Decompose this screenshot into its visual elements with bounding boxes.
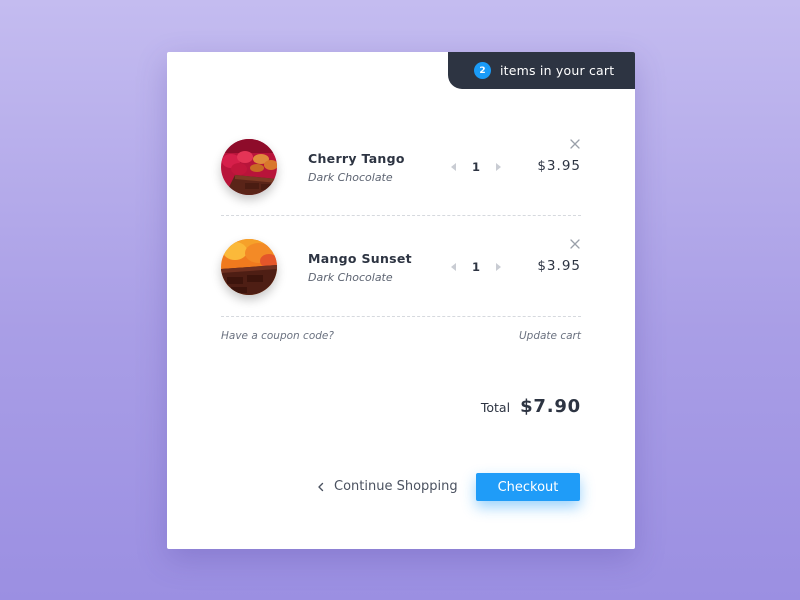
cart-card: 2 items in your cart Cherry Tango Dark C… [167,52,635,549]
cart-count-label: items in your cart [500,63,615,78]
update-cart-link[interactable]: Update cart [519,330,581,342]
cart-summary-badge: 2 items in your cart [448,52,635,89]
remove-item-icon[interactable] [569,235,581,249]
checkout-button[interactable]: Checkout [476,473,580,501]
item-type: Dark Chocolate [308,171,393,184]
decrease-quantity-icon[interactable] [451,263,456,271]
total-label: Total [480,400,511,415]
item-name: Cherry Tango [308,151,405,166]
decrease-quantity-icon[interactable] [451,163,456,171]
cherry-chocolate-image [221,139,277,195]
quantity-value: 1 [471,160,480,174]
increase-quantity-icon[interactable] [495,163,501,171]
quantity-value: 1 [471,260,480,274]
mango-chocolate-image [221,239,277,295]
increase-quantity-icon[interactable] [495,263,501,271]
coupon-link[interactable]: Have a coupon code? [221,330,334,342]
chevron-left-icon [317,482,324,492]
quantity-stepper: 1 [451,260,501,274]
total-value: $7.90 [520,396,581,417]
item-name: Mango Sunset [308,251,412,266]
item-divider [221,316,581,317]
quantity-stepper: 1 [451,160,501,174]
item-price: $3.95 [537,258,581,274]
cart-count-badge: 2 [474,62,491,79]
item-divider [221,215,581,216]
remove-item-icon[interactable] [569,135,581,149]
total-row: Total $7.90 [481,396,581,417]
continue-shopping-label: Continue Shopping [334,479,458,494]
cart-item: Cherry Tango Dark Chocolate 1 $3.95 [221,139,581,199]
item-price: $3.95 [537,158,581,174]
item-type: Dark Chocolate [308,271,393,284]
cart-item: Mango Sunset Dark Chocolate 1 $3.95 [221,239,581,299]
continue-shopping-link[interactable]: Continue Shopping [317,479,458,494]
